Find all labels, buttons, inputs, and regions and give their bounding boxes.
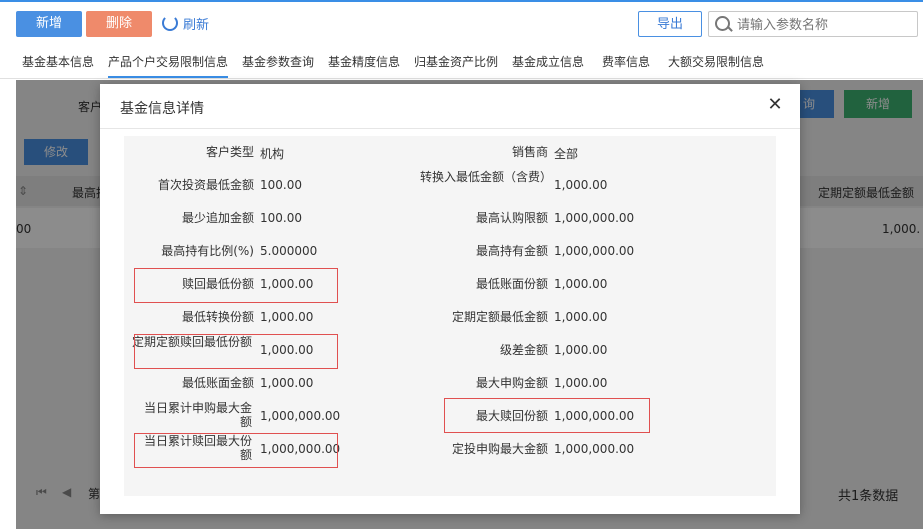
export-button[interactable]: 导出 xyxy=(638,11,702,37)
field-value: 1,000.00 xyxy=(260,310,314,324)
field-label: 当日累计申购最大金额 xyxy=(143,401,252,429)
tab-fund-basic-info[interactable]: 基金基本信息 xyxy=(22,53,94,70)
field-label: 客户类型 xyxy=(205,145,254,159)
field-value: 全部 xyxy=(554,147,579,161)
field-label: 最高持有金额 xyxy=(475,244,548,258)
field-value: 100.00 xyxy=(260,178,302,192)
highlight-box xyxy=(134,268,338,303)
tab-bar: 基金基本信息 产品个户交易限制信息 基金参数查询 基金精度信息 归基金资产比例 … xyxy=(0,48,923,79)
highlight-box xyxy=(134,334,338,369)
field-value: 1,000.00 xyxy=(554,277,608,291)
field-value: 1,000,000.00 xyxy=(554,211,635,225)
highlight-box xyxy=(134,433,338,468)
tab-product-trade-limit[interactable]: 产品个户交易限制信息 xyxy=(108,53,229,78)
field-label: 转换入最低金额（含费） xyxy=(420,170,553,184)
search-box xyxy=(708,11,918,37)
dialog-header: 基金信息详情 ✕ xyxy=(100,84,800,129)
tab-large-trade-limit[interactable]: 大额交易限制信息 xyxy=(668,53,764,70)
refresh-button[interactable]: 刷新 xyxy=(162,14,209,33)
field-label: 定期定额最低金额 xyxy=(451,310,548,324)
search-input[interactable] xyxy=(735,14,914,36)
field-value: 1,000.00 xyxy=(554,310,608,324)
top-toolbar: 新增 删除 刷新 导出 xyxy=(0,0,923,46)
dialog-body: 客户类型 机构 首次投资最低金额 100.00 最少追加金额 100.00 最高… xyxy=(124,136,776,496)
refresh-label: 刷新 xyxy=(183,18,210,33)
field-label: 销售商 xyxy=(511,145,548,159)
highlight-box xyxy=(444,398,650,433)
field-value: 机构 xyxy=(260,147,285,161)
field-label: 最大申购金额 xyxy=(475,376,548,390)
tab-fund-establish[interactable]: 基金成立信息 xyxy=(512,53,584,70)
field-value: 1,000.00 xyxy=(554,376,608,390)
tab-asset-ratio[interactable]: 归基金资产比例 xyxy=(414,53,498,70)
add-button[interactable]: 新增 xyxy=(16,11,82,37)
dialog-title: 基金信息详情 xyxy=(120,101,204,117)
tab-fee-rate[interactable]: 费率信息 xyxy=(602,53,650,70)
field-label: 最高持有比例(%) xyxy=(161,244,254,258)
field-value: 1,000.00 xyxy=(260,376,314,390)
field-value: 100.00 xyxy=(260,211,302,225)
delete-button[interactable]: 删除 xyxy=(86,11,152,37)
field-value: 1,000.00 xyxy=(554,343,608,357)
field-label: 最少追加金额 xyxy=(181,211,254,225)
field-value: 5.000000 xyxy=(260,244,318,258)
field-value: 1,000,000.00 xyxy=(554,442,635,456)
field-label: 定投申购最大金额 xyxy=(451,442,548,456)
field-value: 1,000.00 xyxy=(554,178,608,192)
field-label: 最低转换份额 xyxy=(181,310,254,324)
field-value: 1,000,000.00 xyxy=(554,244,635,258)
field-value: 1,000,000.00 xyxy=(260,409,341,423)
field-label: 最低账面金额 xyxy=(181,376,254,390)
search-icon xyxy=(715,16,730,31)
field-label: 最低账面份额 xyxy=(475,277,548,291)
refresh-icon xyxy=(162,15,178,31)
field-label: 级差金额 xyxy=(499,343,548,357)
field-label: 首次投资最低金额 xyxy=(157,178,254,192)
tab-fund-param-query[interactable]: 基金参数查询 xyxy=(242,53,314,70)
tab-fund-precision[interactable]: 基金精度信息 xyxy=(328,53,400,70)
field-label: 最高认购限额 xyxy=(475,211,548,225)
close-icon[interactable]: ✕ xyxy=(766,96,784,114)
fund-detail-dialog: 基金信息详情 ✕ 客户类型 机构 首次投资最低金额 100.00 最少追加金额 … xyxy=(100,84,800,514)
